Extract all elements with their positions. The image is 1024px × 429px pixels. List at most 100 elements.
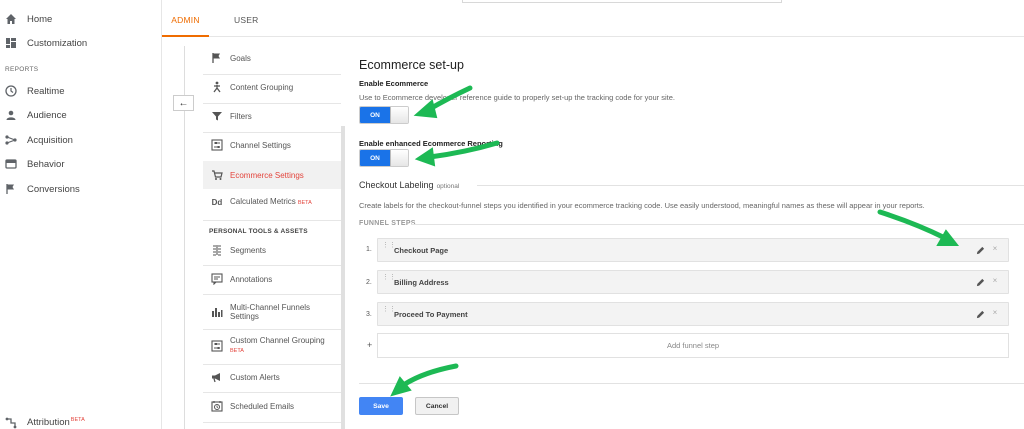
toggle-on-label: ON (360, 150, 390, 166)
remove-icon[interactable]: × (990, 308, 1000, 317)
attribution-icon (4, 416, 18, 429)
settings-item-scheduled-emails[interactable]: Scheduled Emails (203, 396, 341, 416)
settings-item-filters[interactable]: Filters (203, 106, 341, 126)
step-number: 1. (366, 246, 372, 253)
add-step-plus-icon: + (367, 340, 373, 350)
remove-icon[interactable]: × (990, 276, 1000, 285)
person-walk-icon (210, 80, 224, 94)
section-divider (477, 185, 1024, 186)
enhanced-ecommerce-label: Enable enhanced Ecommerce Reporting (359, 139, 503, 148)
drag-handle-icon[interactable]: ⋮⋮ (382, 274, 396, 288)
nav-item-audience[interactable]: Audience (0, 103, 162, 127)
channel-settings-icon (210, 138, 224, 152)
segments-icon (210, 243, 224, 257)
drag-handle-icon[interactable]: ⋮⋮ (382, 242, 396, 256)
person-icon (4, 108, 18, 122)
funnel-step-row[interactable]: ⋮⋮ Checkout Page × (377, 238, 1009, 262)
nav-item-acquisition[interactable]: Acquisition (0, 128, 162, 152)
beta-badge: BETA (230, 348, 244, 354)
pencil-icon[interactable] (974, 244, 986, 256)
nav-item-home[interactable]: Home (0, 7, 162, 31)
pencil-icon[interactable] (974, 308, 986, 320)
acquisition-icon (4, 133, 18, 147)
step-number: 2. (366, 279, 372, 286)
nav-item-behavior[interactable]: Behavior (0, 152, 162, 176)
flag-icon (210, 51, 224, 65)
settings-item-content-grouping[interactable]: Content Grouping (203, 77, 341, 97)
tab-user[interactable]: USER (234, 0, 258, 37)
enhanced-ecommerce-toggle[interactable]: ON (359, 149, 409, 167)
settings-scrollbar[interactable] (341, 126, 345, 429)
settings-item-multi-channel-funnels[interactable]: Multi-Channel Funnels Settings (203, 300, 341, 324)
page-title: Ecommerce set-up (359, 58, 464, 72)
beta-badge: BETA (70, 417, 85, 424)
flag-icon (4, 182, 18, 196)
checkout-labeling-description: Create labels for the checkout-funnel st… (359, 201, 925, 210)
add-funnel-step-button[interactable]: Add funnel step (377, 333, 1009, 358)
nav-item-conversions[interactable]: Conversions (0, 177, 162, 201)
optional-label: optional (436, 183, 460, 190)
tab-admin[interactable]: ADMIN (162, 0, 209, 37)
nav-item-realtime[interactable]: Realtime (0, 79, 162, 103)
settings-item-calculated-metrics[interactable]: Dd Calculated Metrics BETA (203, 192, 341, 212)
funnel-step-row[interactable]: ⋮⋮ Billing Address × (377, 270, 1009, 294)
funnel-step-title: Billing Address (394, 278, 449, 287)
settings-item-channel-settings[interactable]: Channel Settings (203, 135, 341, 155)
nav-label: Audience (27, 109, 67, 121)
nav-label: AttributionBETA (27, 417, 85, 429)
channel-grouping-icon (210, 339, 224, 353)
nav-label: Customization (27, 37, 88, 49)
calendar-clock-icon (210, 399, 224, 413)
settings-item-goals[interactable]: Goals (203, 48, 341, 68)
megaphone-icon (210, 370, 224, 384)
left-navigation: Home Customization REPORTS Realtime Audi… (0, 0, 162, 429)
funnel-steps-header: FUNNEL STEPS (359, 220, 416, 227)
dashboard-icon (4, 36, 18, 50)
enable-ecommerce-description: Use to Ecommerce developer reference gui… (359, 93, 675, 102)
beta-badge: BETA (297, 199, 312, 206)
nav-label: Acquisition (27, 134, 73, 146)
settings-item-custom-channel-grouping[interactable]: Custom Channel Grouping BETA (203, 334, 341, 358)
save-button[interactable]: Save (359, 397, 403, 415)
nav-label: Behavior (27, 158, 65, 170)
settings-item-ecommerce-settings[interactable]: Ecommerce Settings (203, 161, 341, 189)
nav-label: Conversions (27, 183, 80, 195)
remove-icon[interactable]: × (990, 244, 1000, 253)
toggle-knob (390, 107, 408, 123)
clock-icon (4, 84, 18, 98)
settings-item-annotations[interactable]: Annotations (203, 269, 341, 289)
funnel-step-title: Checkout Page (394, 246, 449, 255)
calculated-metrics-icon: Dd (211, 197, 223, 207)
enable-ecommerce-toggle[interactable]: ON (359, 106, 409, 124)
cart-icon (210, 168, 224, 182)
annotation-icon (210, 272, 224, 286)
filter-icon (210, 109, 224, 123)
settings-item-segments[interactable]: Segments (203, 240, 341, 260)
reports-section-label: REPORTS (5, 66, 39, 73)
nav-label: Realtime (27, 85, 65, 97)
nav-item-customization[interactable]: Customization (0, 31, 162, 55)
back-button[interactable]: ← (173, 95, 194, 111)
drag-handle-icon[interactable]: ⋮⋮ (382, 306, 396, 320)
bar-chart-icon (210, 305, 224, 319)
cancel-button[interactable]: Cancel (415, 397, 459, 415)
toggle-on-label: ON (360, 107, 390, 123)
funnel-divider (411, 224, 1024, 225)
home-icon (4, 12, 18, 26)
footer-divider (359, 383, 1024, 384)
toggle-knob (390, 150, 408, 166)
settings-item-custom-alerts[interactable]: Custom Alerts (203, 367, 341, 387)
step-number: 3. (366, 311, 372, 318)
nav-label: Home (27, 13, 53, 25)
personal-tools-header: PERSONAL TOOLS & ASSETS (209, 228, 308, 235)
checkout-labeling-title: Checkout Labeling optional (359, 180, 460, 190)
behavior-icon (4, 157, 18, 171)
pencil-icon[interactable] (974, 276, 986, 288)
back-arrow-icon: ← (178, 97, 189, 109)
funnel-step-title: Proceed To Payment (394, 310, 468, 319)
main-content: Ecommerce set-up Enable Ecommerce Use to… (359, 0, 1024, 429)
nav-item-attribution[interactable]: AttributionBETA (0, 411, 162, 429)
settings-column: Goals Content Grouping Filters Channel S… (203, 42, 341, 429)
funnel-step-row[interactable]: ⋮⋮ Proceed To Payment × (377, 302, 1009, 326)
enable-ecommerce-label: Enable Ecommerce (359, 79, 429, 88)
